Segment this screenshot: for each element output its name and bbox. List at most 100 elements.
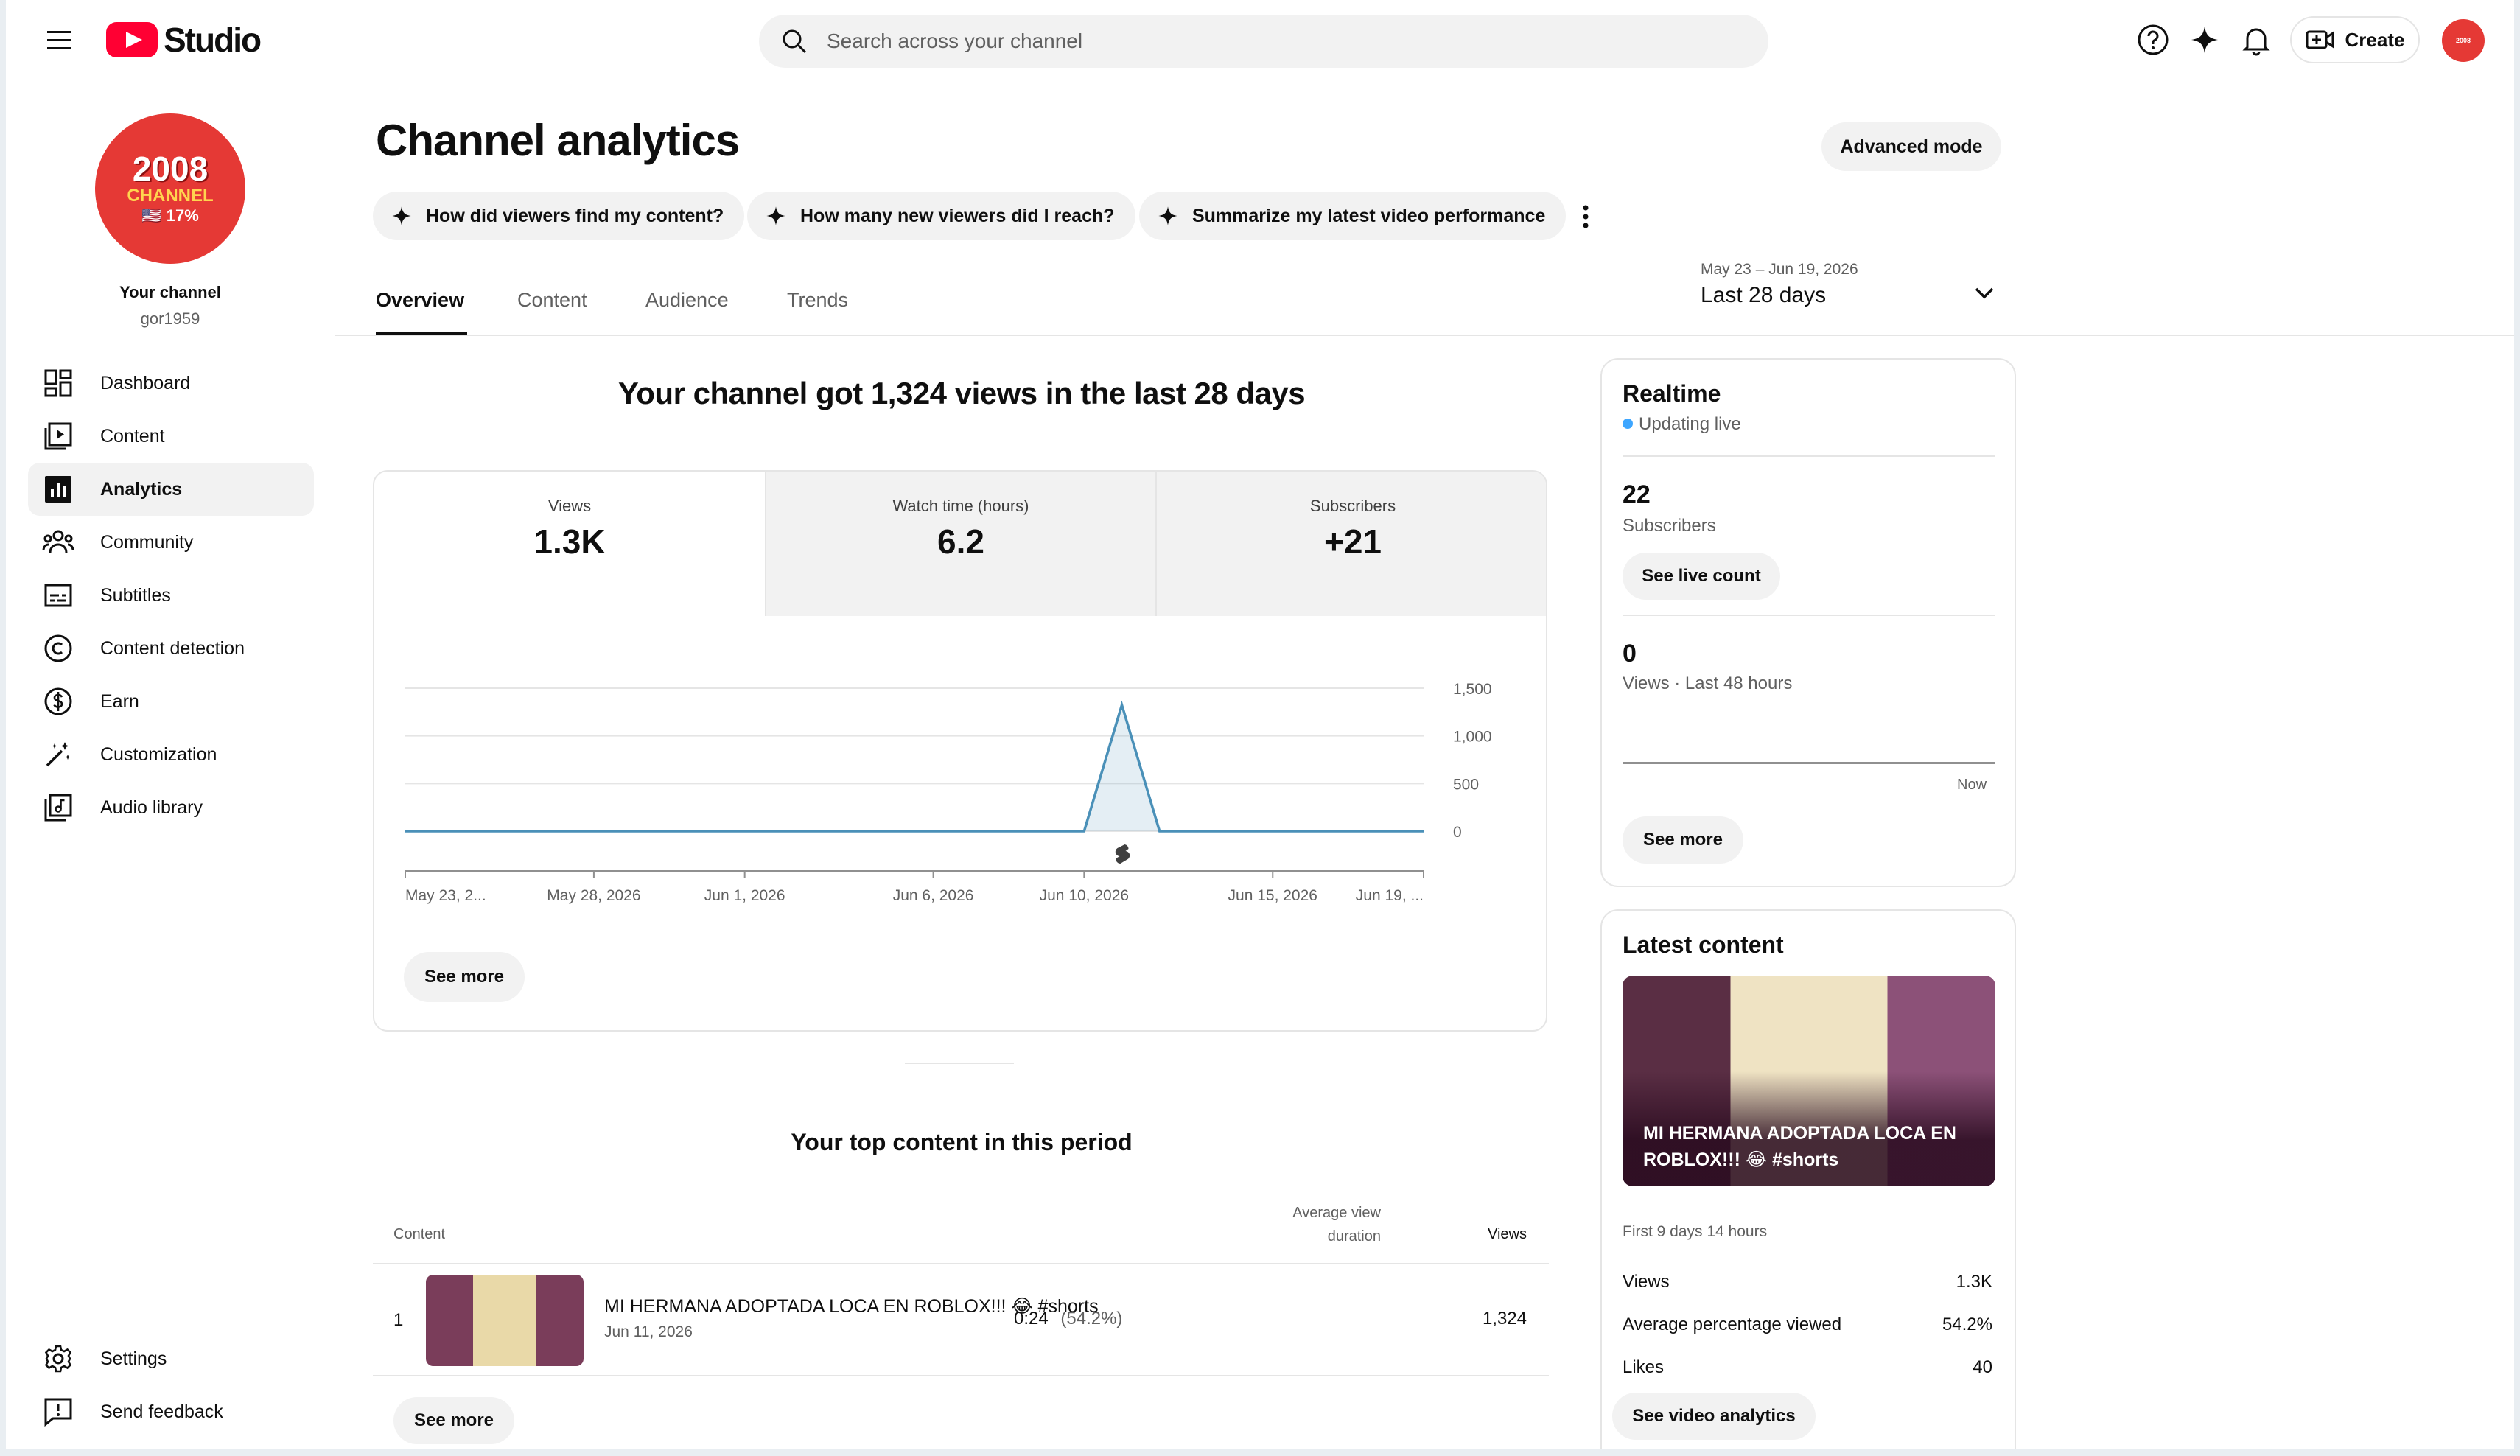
sidebar-item-label: Analytics bbox=[100, 478, 183, 500]
data-point bbox=[1158, 830, 1161, 833]
data-point bbox=[856, 830, 859, 833]
stat-value: 40 bbox=[1973, 1357, 1992, 1377]
sidebar-item-label: Earn bbox=[100, 690, 139, 712]
sidebar-item-settings[interactable]: Settings bbox=[28, 1332, 314, 1385]
data-point bbox=[743, 830, 746, 833]
data-point bbox=[932, 830, 935, 833]
tab-trends[interactable]: Trends bbox=[787, 289, 848, 312]
sidebar-item-subtitles[interactable]: Subtitles bbox=[28, 569, 314, 622]
content-icon bbox=[41, 419, 75, 453]
chevron-down-icon[interactable] bbox=[1969, 277, 2000, 308]
realtime-views-label: Views · Last 48 hours bbox=[1623, 673, 1793, 693]
avatar-text-2: CHANNEL bbox=[127, 186, 214, 206]
x-tick-label: Jun 6, 2026 bbox=[893, 887, 974, 904]
video-thumbnail[interactable] bbox=[426, 1275, 584, 1366]
search-bar[interactable]: Search across your channel bbox=[759, 15, 1768, 68]
suggestion-chip[interactable]: How many new viewers did I reach? bbox=[747, 192, 1135, 240]
sidebar-item-customization[interactable]: Customization bbox=[28, 728, 314, 781]
stat-value: 1.3K bbox=[1956, 1272, 1992, 1292]
data-point bbox=[404, 830, 407, 833]
sidebar-item-content[interactable]: Content bbox=[28, 410, 314, 463]
sidebar-item-earn[interactable]: Earn bbox=[28, 675, 314, 728]
data-point bbox=[479, 830, 482, 833]
x-tick-label: Jun 1, 2026 bbox=[704, 887, 785, 904]
stat-label: Views bbox=[1623, 1272, 1670, 1292]
col-header-views[interactable]: Views bbox=[1450, 1226, 1527, 1243]
y-tick-label: 1,000 bbox=[1453, 729, 1492, 746]
data-point bbox=[517, 830, 520, 833]
y-tick-label: 500 bbox=[1453, 776, 1479, 793]
tab-audience[interactable]: Audience bbox=[645, 289, 729, 312]
channel-title: Your channel bbox=[119, 283, 221, 301]
see-more-button[interactable]: See more bbox=[393, 1397, 514, 1444]
sidebar-item-label: Community bbox=[100, 531, 194, 553]
tab-overview[interactable]: Overview bbox=[376, 289, 464, 312]
data-point bbox=[441, 830, 444, 833]
sparkle-icon bbox=[763, 203, 788, 228]
latest-stat-avg-pct: Average percentage viewed 54.2% bbox=[1623, 1315, 1992, 1335]
suggestion-chip[interactable]: How did viewers find my content? bbox=[373, 192, 745, 240]
feedback-icon bbox=[41, 1395, 75, 1429]
row-rank: 1 bbox=[393, 1310, 404, 1330]
bell-icon[interactable] bbox=[2239, 22, 2274, 57]
dashboard-icon bbox=[41, 366, 75, 400]
sidebar-item-label: Customization bbox=[100, 743, 217, 765]
col-header-avd[interactable]: Average view duration bbox=[1259, 1201, 1381, 1248]
col-header-avd-line1: Average view bbox=[1292, 1205, 1381, 1221]
magic-wand-icon bbox=[41, 738, 75, 771]
realtime-panel bbox=[1600, 358, 2016, 887]
sparkle-icon[interactable] bbox=[2187, 22, 2222, 57]
see-more-button[interactable]: See more bbox=[404, 952, 525, 1002]
dollar-icon bbox=[41, 685, 75, 718]
account-avatar[interactable]: 2008 bbox=[2442, 19, 2485, 62]
data-point bbox=[1082, 830, 1085, 833]
realtime-views-baseline bbox=[1623, 762, 1995, 764]
see-video-analytics-button[interactable]: See video analytics bbox=[1612, 1393, 1816, 1440]
menu-icon[interactable] bbox=[44, 27, 74, 53]
shorts-icon bbox=[1115, 844, 1130, 864]
advanced-mode-button[interactable]: Advanced mode bbox=[1821, 122, 2001, 171]
views-chart[interactable]: 1,500 1,000 500 0 May 23, 2... May 28, 2026 Ju… bbox=[374, 616, 1547, 933]
more-vert-icon[interactable] bbox=[1571, 197, 1600, 236]
studio-logo[interactable]: Studio bbox=[106, 21, 262, 59]
sidebar-item-audio-library[interactable]: Audio library bbox=[28, 781, 314, 834]
suggestion-chip[interactable]: Summarize my latest video performance bbox=[1139, 192, 1567, 240]
metric-watch-time[interactable]: Watch time (hours) 6.2 bbox=[765, 472, 1155, 616]
channel-avatar[interactable]: 2008 CHANNEL 🇺🇸 17% bbox=[95, 113, 245, 264]
sidebar-item-analytics[interactable]: Analytics bbox=[28, 463, 314, 516]
tabs-divider bbox=[335, 335, 2514, 336]
live-dot-icon bbox=[1623, 419, 1633, 429]
studio-page: Studio Search across your channel Create… bbox=[6, 0, 2514, 1449]
create-button[interactable]: Create bbox=[2290, 16, 2420, 63]
date-period-select[interactable]: Last 28 days bbox=[1701, 283, 1826, 308]
latest-video-thumbnail[interactable]: MI HERMANA ADOPTADA LOCA EN ROBLOX!!! 😂 … bbox=[1623, 976, 1995, 1186]
data-point bbox=[630, 830, 633, 833]
panel-divider bbox=[1623, 455, 1995, 457]
sidebar-item-community[interactable]: Community bbox=[28, 516, 314, 569]
stat-label: Likes bbox=[1623, 1357, 1665, 1377]
sidebar-item-label: Content bbox=[100, 425, 165, 447]
metric-label: Views bbox=[547, 497, 592, 515]
metric-subscribers[interactable]: Subscribers +21 bbox=[1155, 472, 1546, 616]
tab-content[interactable]: Content bbox=[517, 289, 587, 312]
series-area bbox=[405, 704, 1424, 831]
youtube-play-icon bbox=[106, 22, 158, 57]
sidebar-item-label: Subtitles bbox=[100, 584, 171, 606]
page-title: Channel analytics bbox=[376, 116, 740, 165]
sidebar-item-dashboard[interactable]: Dashboard bbox=[28, 357, 314, 410]
row-video-title[interactable]: MI HERMANA ADOPTADA LOCA EN ROBLOX!!! 😂 … bbox=[604, 1295, 1099, 1317]
realtime-see-more-button[interactable]: See more bbox=[1623, 816, 1743, 864]
metric-views[interactable]: Views 1.3K bbox=[374, 472, 765, 616]
sidebar-item-content-detection[interactable]: Content detection bbox=[28, 622, 314, 675]
sidebar-item-feedback[interactable]: Send feedback bbox=[28, 1385, 314, 1438]
search-input[interactable]: Search across your channel bbox=[827, 29, 1082, 53]
data-point bbox=[1271, 830, 1274, 833]
sidebar-item-label: Audio library bbox=[100, 797, 203, 818]
account-avatar-text: 2008 bbox=[2455, 37, 2471, 44]
data-point bbox=[1007, 830, 1010, 833]
data-point bbox=[1196, 830, 1199, 833]
see-live-count-button[interactable]: See live count bbox=[1623, 553, 1780, 600]
data-point bbox=[555, 830, 558, 833]
data-point bbox=[781, 830, 784, 833]
help-icon[interactable] bbox=[2135, 22, 2171, 57]
